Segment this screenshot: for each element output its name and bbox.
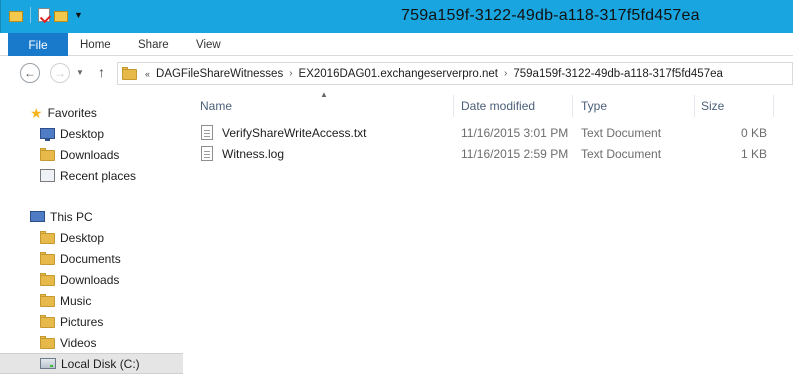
text-file-icon	[201, 146, 213, 164]
file-date: 11/16/2015 2:59 PM	[461, 147, 569, 161]
sidebar-item-label: This PC	[50, 209, 93, 224]
table-row[interactable]: VerifyShareWriteAccess.txt 11/16/2015 3:…	[201, 123, 771, 144]
file-type: Text Document	[581, 126, 662, 140]
title-bar: ▼ 759a159f-3122-49db-a118-317f5fd457ea	[0, 0, 793, 33]
folder-icon	[40, 336, 55, 349]
file-size: 0 KB	[740, 126, 767, 140]
file-name: VerifyShareWriteAccess.txt	[222, 126, 367, 140]
column-header-date-modified[interactable]: Date modified	[461, 95, 535, 117]
folder-icon[interactable]	[9, 9, 23, 22]
sidebar-item-documents[interactable]: Documents	[40, 248, 180, 269]
folder-icon	[122, 67, 137, 80]
tab-view[interactable]: View	[196, 33, 221, 56]
sidebar-item-favorites[interactable]: ★ Favorites	[30, 102, 180, 123]
column-header-name[interactable]: Name	[200, 95, 232, 117]
sidebar-item-label: Desktop	[60, 230, 105, 245]
sidebar-item-downloads[interactable]: Downloads	[40, 144, 180, 165]
sidebar-item-this-pc[interactable]: This PC	[30, 206, 180, 227]
star-icon: ★	[30, 104, 43, 121]
downloads-icon	[40, 148, 55, 161]
chevron-right-icon[interactable]: ›	[504, 68, 507, 79]
breadcrumb-item[interactable]: 759a159f-3122-49db-a118-317f5fd457ea	[513, 68, 723, 80]
column-divider[interactable]	[453, 95, 454, 117]
table-row[interactable]: Witness.log 11/16/2015 2:59 PM Text Docu…	[201, 144, 771, 165]
back-button[interactable]: ←	[20, 63, 40, 83]
sidebar-item-music[interactable]: Music	[40, 290, 180, 311]
folder-icon	[40, 252, 55, 265]
sidebar-item-label: Pictures	[60, 314, 104, 329]
file-list: ▲ Name Date modified Type Size VerifySha…	[183, 90, 793, 376]
column-header-type[interactable]: Type	[581, 95, 607, 117]
file-date: 11/16/2015 3:01 PM	[461, 126, 569, 140]
ribbon-tabs: File Home Share View	[0, 33, 793, 56]
sidebar-item-recent-places[interactable]: Recent places	[40, 165, 180, 186]
column-divider[interactable]	[572, 95, 573, 117]
new-folder-icon[interactable]	[54, 9, 68, 22]
folder-icon	[40, 315, 55, 328]
forward-arrow-icon: →	[54, 66, 66, 80]
back-arrow-icon: ←	[24, 66, 36, 80]
column-header-size[interactable]: Size	[701, 95, 724, 117]
sidebar-item-label: Downloads	[60, 147, 120, 162]
computer-icon	[30, 211, 45, 222]
overflow-chevron[interactable]: «	[145, 69, 150, 79]
sidebar-item-label: Favorites	[47, 105, 97, 120]
chevron-right-icon[interactable]: ›	[289, 68, 292, 79]
sidebar-item-pc-desktop[interactable]: Desktop	[40, 227, 180, 248]
quick-access-toolbar: ▼	[9, 7, 83, 23]
customize-dropdown-icon[interactable]: ▼	[74, 10, 83, 20]
address-bar[interactable]: « DAGFileShareWitnesses › EX2016DAG01.ex…	[117, 62, 793, 85]
breadcrumb-item[interactable]: EX2016DAG01.exchangeserverpro.net	[299, 68, 498, 80]
tab-file[interactable]: File	[8, 33, 68, 56]
sidebar-item-label: Music	[60, 293, 92, 308]
folder-icon	[40, 231, 55, 244]
properties-icon[interactable]	[38, 8, 50, 22]
toolbar-separator	[30, 7, 31, 23]
column-divider[interactable]	[773, 95, 774, 117]
file-type: Text Document	[581, 147, 662, 161]
recent-places-icon	[40, 169, 55, 182]
column-divider[interactable]	[694, 95, 695, 117]
tab-home[interactable]: Home	[80, 33, 111, 56]
window-title: 759a159f-3122-49db-a118-317f5fd457ea	[401, 7, 700, 24]
folder-icon	[40, 273, 55, 286]
sidebar-item-pictures[interactable]: Pictures	[40, 311, 180, 332]
tab-share[interactable]: Share	[138, 33, 169, 56]
sidebar-item-label: Downloads	[60, 272, 120, 287]
breadcrumb-item[interactable]: DAGFileShareWitnesses	[156, 68, 283, 80]
sidebar-item-label: Recent places	[60, 168, 137, 183]
sidebar-item-label: Desktop	[60, 126, 105, 141]
forward-button[interactable]: →	[50, 63, 70, 83]
sidebar-item-videos[interactable]: Videos	[40, 332, 180, 353]
sidebar-item-desktop[interactable]: Desktop	[40, 123, 180, 144]
sidebar-item-local-disk[interactable]: Local Disk (C:)	[0, 353, 183, 374]
sidebar-item-pc-downloads[interactable]: Downloads	[40, 269, 180, 290]
desktop-icon	[40, 128, 55, 141]
recent-locations-dropdown-icon[interactable]: ▼	[76, 68, 84, 77]
sidebar-item-label: Documents	[60, 251, 121, 266]
up-arrow-icon[interactable]: ↑	[98, 64, 105, 80]
address-row: ← → ▼ ↑ « DAGFileShareWitnesses › EX2016…	[0, 56, 793, 90]
sidebar-item-label: Local Disk (C:)	[61, 356, 140, 371]
navigation-pane: ★ Favorites Desktop Downloads Recent pla…	[0, 90, 183, 376]
file-size: 1 KB	[740, 147, 767, 161]
drive-icon	[40, 358, 56, 369]
folder-icon	[40, 294, 55, 307]
file-name: Witness.log	[222, 147, 285, 161]
sort-ascending-icon: ▲	[320, 90, 328, 99]
sidebar-item-label: Videos	[60, 335, 97, 350]
text-file-icon	[201, 125, 213, 143]
